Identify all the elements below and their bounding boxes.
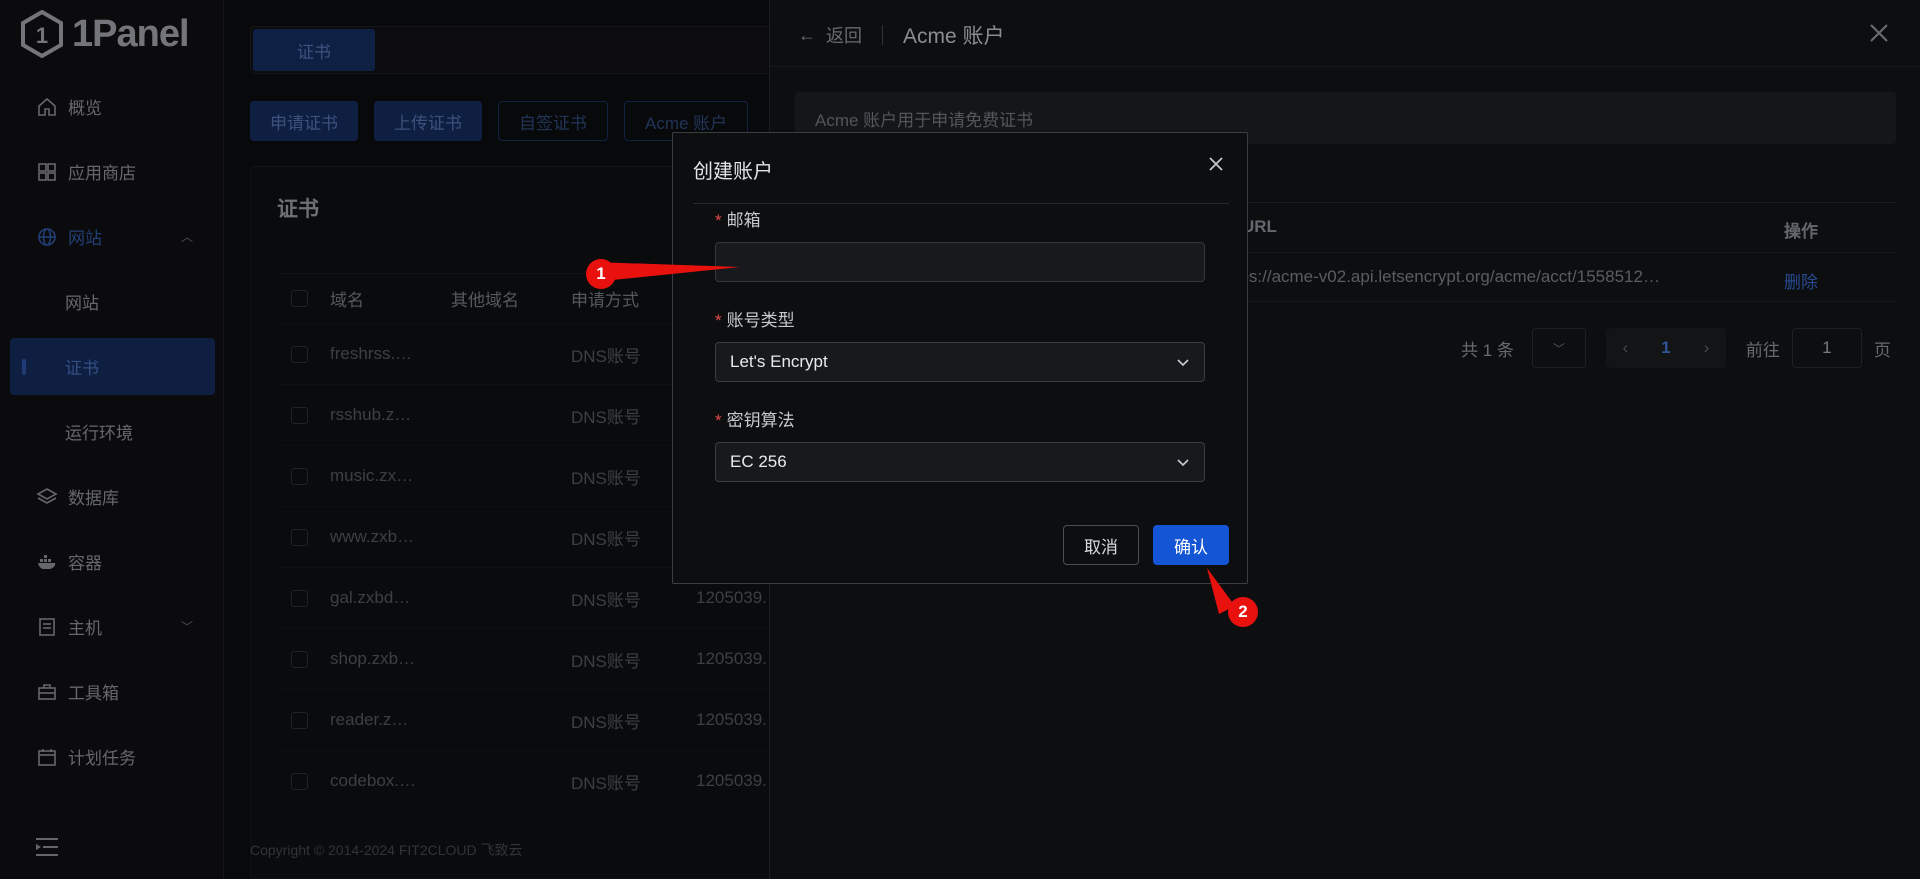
account-type-select[interactable]: Let's Encrypt	[715, 342, 1205, 382]
account-type-label-text: 账号类型	[726, 311, 795, 330]
key-algorithm-label: * 密钥算法	[715, 406, 795, 431]
key-algorithm-value: EC 256	[730, 452, 787, 471]
chevron-down-icon	[1177, 459, 1189, 467]
email-label: * 邮箱	[715, 206, 761, 231]
required-mark: *	[715, 211, 722, 230]
dialog-divider	[693, 203, 1229, 204]
confirm-button[interactable]: 确认	[1153, 525, 1229, 565]
close-icon[interactable]	[1207, 155, 1225, 173]
required-mark: *	[715, 411, 722, 430]
required-mark: *	[715, 311, 722, 330]
drawer-backdrop[interactable]	[0, 0, 769, 879]
create-account-dialog: 创建账户 * 邮箱 * 账号类型 Let's Encrypt * 密钥算法 EC 25…	[672, 132, 1248, 584]
dialog-title: 创建账户	[693, 161, 773, 183]
cancel-button[interactable]: 取消	[1063, 525, 1139, 565]
email-label-text: 邮箱	[726, 211, 761, 230]
account-type-label: * 账号类型	[715, 306, 795, 331]
chevron-down-icon	[1177, 359, 1189, 367]
account-type-value: Let's Encrypt	[730, 352, 828, 371]
key-algorithm-select[interactable]: EC 256	[715, 442, 1205, 482]
email-input[interactable]	[715, 242, 1205, 282]
annotation-badge-2: 2	[1228, 597, 1258, 627]
key-algorithm-label-text: 密钥算法	[726, 411, 795, 430]
annotation-badge-1: 1	[586, 259, 616, 289]
